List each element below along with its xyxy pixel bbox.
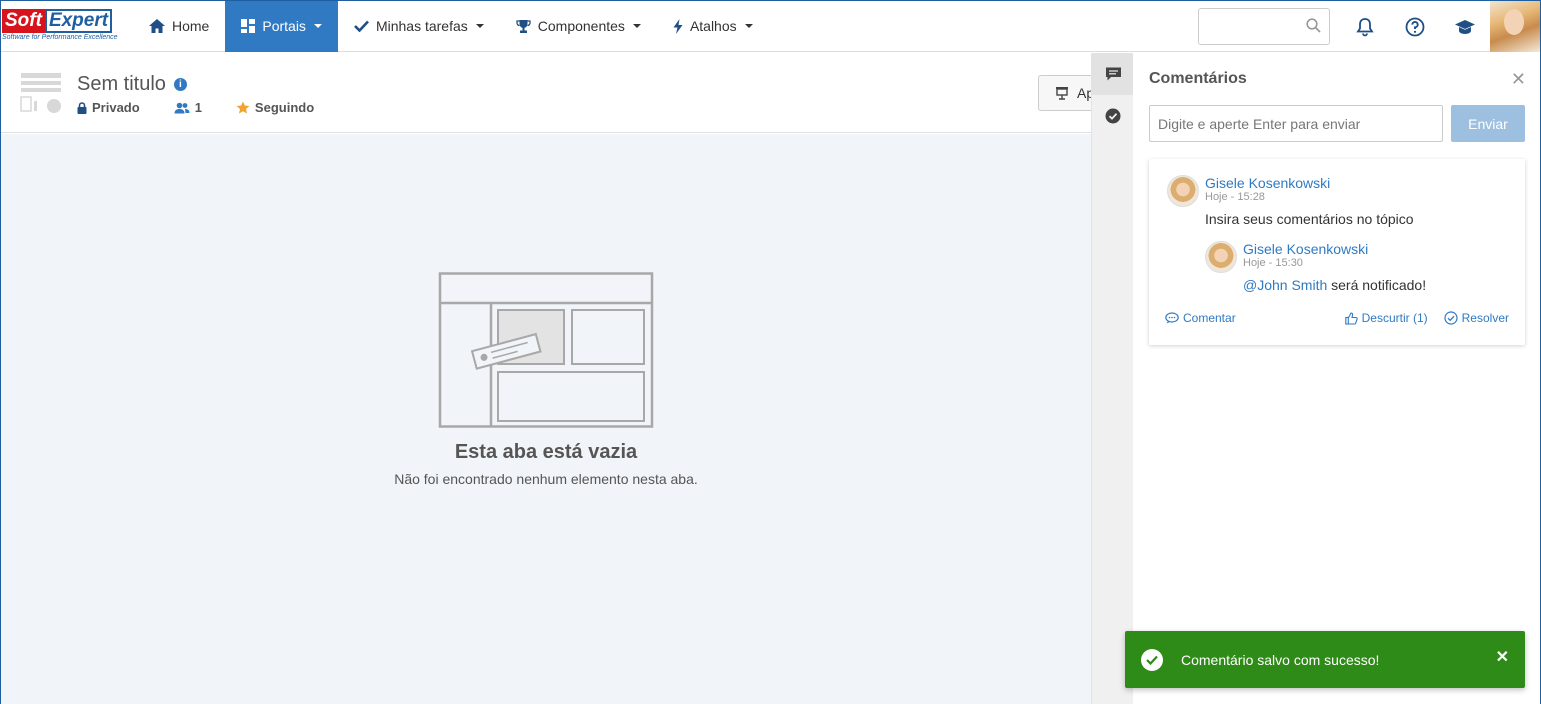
softexpert-logo[interactable]: Soft Expert Software for Performance Exce… (1, 1, 133, 52)
comment-icon (1105, 67, 1121, 81)
chevron-down-icon (744, 24, 753, 28)
notifications-button[interactable] (1340, 1, 1390, 52)
graduation-cap-icon (1455, 19, 1475, 34)
comments-title: Comentários (1149, 70, 1247, 87)
members-count-label: 1 (194, 100, 202, 115)
comment-text: Insira seus comentários no tópico (1205, 211, 1414, 227)
bell-icon (1356, 17, 1374, 36)
success-toast: Comentário salvo com sucesso! ✕ (1125, 631, 1525, 688)
star-icon (236, 101, 250, 114)
reply-entry: Gisele Kosenkowski Hoje - 15:30 @John Sm… (1205, 241, 1426, 293)
nav-componentes-label: Componentes (537, 18, 625, 34)
close-icon[interactable]: ✕ (1496, 647, 1509, 667)
resolve-button[interactable]: Resolver (1444, 311, 1509, 325)
portal-thumbnail-icon (20, 73, 61, 113)
success-check-icon (1141, 648, 1163, 671)
close-icon[interactable]: ✕ (1511, 69, 1526, 90)
comment-author-avatar[interactable] (1167, 175, 1199, 207)
chevron-down-icon (475, 24, 484, 28)
nav-atalhos-label: Atalhos (689, 18, 737, 34)
reply-text-body: será notificado! (1327, 277, 1427, 293)
nav-portais[interactable]: Portais (225, 0, 338, 52)
help-icon (1405, 17, 1425, 36)
side-panel-tabs (1091, 53, 1134, 704)
help-button[interactable] (1390, 1, 1440, 52)
check-circle-outline-icon (1444, 311, 1458, 325)
check-icon (354, 20, 369, 32)
reply-text: @John Smith será notificado! (1243, 277, 1426, 293)
members-count[interactable]: 1 (174, 100, 202, 115)
comment-thread: Gisele Kosenkowski Hoje - 15:28 Insira s… (1149, 159, 1525, 345)
user-avatar[interactable] (1490, 1, 1540, 52)
reply-author[interactable]: Gisele Kosenkowski (1243, 241, 1426, 257)
logo-text-soft: Soft (2, 8, 45, 33)
trophy-icon (516, 19, 531, 33)
tab-comments[interactable] (1092, 53, 1134, 95)
empty-state-subtitle: Não foi encontrado nenhum elemento nesta… (394, 471, 698, 487)
logo-text-expert: Expert (44, 8, 113, 33)
nav-atalhos[interactable]: Atalhos (657, 1, 769, 52)
search-icon[interactable] (1306, 18, 1321, 33)
bolt-icon (673, 18, 683, 34)
reply-timestamp: Hoje - 15:30 (1243, 257, 1303, 269)
page-title-text: Sem titulo (77, 73, 166, 95)
global-search-input[interactable] (1198, 8, 1330, 45)
comment-reply-button[interactable]: Comentar (1165, 311, 1236, 325)
logo-tagline: Software for Performance Excellence (2, 33, 118, 41)
reply-author-avatar[interactable] (1205, 241, 1237, 273)
unlike-label: Descurtir (1) (1361, 311, 1428, 325)
privacy-label: Privado (92, 100, 140, 115)
follow-status[interactable]: Seguindo (236, 100, 314, 115)
nav-home-label: Home (172, 18, 210, 34)
comment-entry: Gisele Kosenkowski Hoje - 15:28 Insira s… (1167, 175, 1414, 227)
nav-portais-label: Portais (262, 18, 306, 34)
users-icon (174, 102, 190, 113)
nav-componentes[interactable]: Componentes (500, 1, 657, 52)
page-title: Sem titulo i (77, 73, 187, 96)
presentation-icon (1056, 87, 1068, 100)
unlike-button[interactable]: Descurtir (1) (1344, 311, 1428, 325)
user-mention[interactable]: @John Smith (1243, 277, 1327, 293)
comments-panel: Comentários ✕ Enviar Gisele Kosenkowski … (1133, 53, 1540, 704)
follow-label: Seguindo (254, 100, 315, 115)
info-icon[interactable]: i (173, 78, 187, 91)
dashboard-icon (241, 19, 256, 33)
comment-reply-label: Comentar (1183, 311, 1236, 325)
comment-outline-icon (1165, 312, 1179, 324)
learning-button[interactable] (1440, 1, 1490, 52)
top-navbar: Soft Expert Software for Performance Exce… (1, 0, 1540, 52)
nav-minhas-tarefas[interactable]: Minhas tarefas (338, 1, 500, 52)
lock-icon (77, 101, 87, 114)
comment-input[interactable] (1149, 105, 1443, 142)
portal-header: Sem titulo i Privado 1 Seguindo Ap (1, 53, 1098, 133)
send-comment-button[interactable]: Enviar (1451, 105, 1525, 142)
apply-button[interactable]: Ap (1038, 75, 1098, 111)
home-icon (149, 19, 165, 33)
portal-meta: Privado 1 Seguindo (77, 100, 314, 115)
tab-resolved[interactable] (1092, 95, 1134, 137)
comment-author[interactable]: Gisele Kosenkowski (1205, 175, 1414, 191)
resolve-label: Resolver (1461, 311, 1509, 325)
nav-home[interactable]: Home (133, 1, 225, 52)
thumbs-up-icon (1344, 311, 1358, 325)
check-circle-icon (1105, 108, 1121, 124)
chevron-down-icon (313, 24, 322, 28)
toast-message: Comentário salvo com sucesso! (1181, 651, 1380, 668)
portal-content-area: Esta aba está vazia Não foi encontrado n… (1, 134, 1091, 704)
chevron-down-icon (632, 24, 641, 28)
empty-state-title: Esta aba está vazia (454, 441, 638, 463)
comment-timestamp: Hoje - 15:28 (1205, 191, 1265, 203)
privacy-status[interactable]: Privado (77, 100, 140, 115)
nav-minhas-tarefas-label: Minhas tarefas (375, 18, 468, 34)
empty-tab-illustration (438, 272, 654, 428)
comment-actions: Comentar Descurtir (1) Resolver (1165, 311, 1509, 325)
